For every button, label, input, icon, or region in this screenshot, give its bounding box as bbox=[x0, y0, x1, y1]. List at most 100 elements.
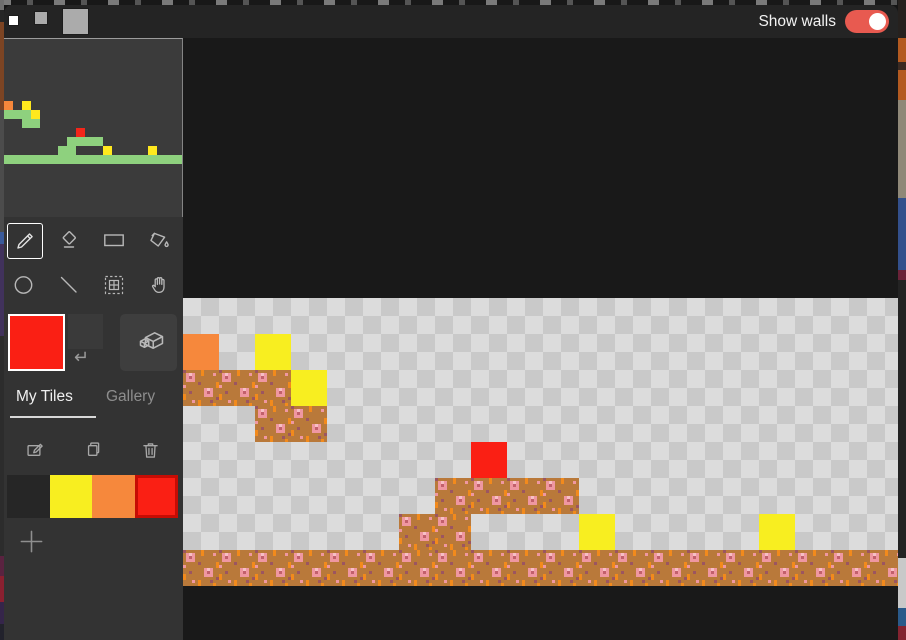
canvas-tile-ground[interactable] bbox=[183, 370, 219, 406]
canvas-tile-ground[interactable] bbox=[399, 550, 435, 586]
palette-tile-orange[interactable] bbox=[92, 475, 135, 518]
canvas-tile-ground[interactable] bbox=[471, 550, 507, 586]
delete-tile-button[interactable] bbox=[139, 439, 161, 461]
canvas-tile-ground[interactable] bbox=[579, 550, 615, 586]
canvas-tile-ground[interactable] bbox=[723, 550, 759, 586]
tool-eraser[interactable] bbox=[52, 223, 86, 257]
minimap-tile-ground bbox=[157, 155, 166, 164]
tool-fill[interactable] bbox=[142, 223, 176, 257]
desktop-edge-segment bbox=[898, 62, 906, 70]
canvas-tile-ground[interactable] bbox=[291, 550, 327, 586]
canvas-tile-ground[interactable] bbox=[183, 550, 219, 586]
canvas-board[interactable] bbox=[183, 298, 898, 586]
rectangle-icon bbox=[102, 228, 126, 252]
minimap-tile-ground bbox=[67, 155, 76, 164]
line-icon bbox=[57, 273, 81, 297]
brush-size-small-button[interactable] bbox=[8, 15, 19, 26]
select-region-icon bbox=[102, 273, 126, 297]
canvas-tile-ground[interactable] bbox=[507, 550, 543, 586]
canvas-tile-ground[interactable] bbox=[831, 550, 867, 586]
minimap-tile-ground bbox=[22, 155, 31, 164]
show-walls-toggle[interactable] bbox=[845, 10, 889, 33]
primary-color-swatch[interactable] bbox=[8, 314, 65, 371]
canvas-tile-ground[interactable] bbox=[327, 550, 363, 586]
minimap-tile-ground bbox=[40, 155, 49, 164]
tab-my-tiles[interactable]: My Tiles bbox=[16, 388, 73, 406]
tool-pencil[interactable] bbox=[7, 223, 43, 259]
palette-tile-yellow[interactable] bbox=[50, 475, 93, 518]
tab-gallery[interactable]: Gallery bbox=[106, 388, 155, 406]
canvas-tile-ground[interactable] bbox=[867, 550, 898, 586]
canvas-tile-ground[interactable] bbox=[687, 550, 723, 586]
minimap-tile-ground bbox=[58, 155, 67, 164]
canvas-tile-ground[interactable] bbox=[255, 406, 291, 442]
canvas-tile-ground[interactable] bbox=[615, 550, 651, 586]
wall-block-button[interactable] bbox=[120, 314, 177, 371]
canvas-tile-ground[interactable] bbox=[219, 370, 255, 406]
brush-size-medium-button[interactable] bbox=[34, 11, 48, 25]
minimap-tile-ground bbox=[139, 155, 148, 164]
minimap-tile-ground bbox=[22, 110, 31, 119]
canvas-tile-orange[interactable] bbox=[183, 334, 219, 370]
canvas-tile-red[interactable] bbox=[471, 442, 507, 478]
tool-pan[interactable] bbox=[142, 268, 176, 302]
canvas-tile-ground[interactable] bbox=[255, 370, 291, 406]
ellipse-icon bbox=[12, 273, 36, 297]
edit-tile-button[interactable] bbox=[24, 439, 46, 461]
desktop-edge-segment bbox=[898, 100, 906, 198]
desktop-edge-segment bbox=[898, 608, 906, 626]
canvas-tile-ground[interactable] bbox=[543, 478, 579, 514]
palette-tile-red[interactable] bbox=[135, 475, 178, 518]
minimap-tile-ground bbox=[121, 155, 130, 164]
minimap-tile-red bbox=[76, 128, 85, 137]
sidebar: ↵ My Tiles Gallery bbox=[4, 38, 183, 640]
canvas-tile-ground[interactable] bbox=[471, 478, 507, 514]
edit-icon bbox=[25, 440, 46, 461]
canvas-tile-ground[interactable] bbox=[795, 550, 831, 586]
add-tile-button[interactable] bbox=[16, 526, 46, 556]
minimap[interactable] bbox=[4, 38, 183, 217]
canvas-area bbox=[183, 38, 898, 640]
canvas-tile-ground[interactable] bbox=[291, 406, 327, 442]
swap-colors-icon[interactable]: ↵ bbox=[74, 348, 89, 366]
canvas-tile-ground[interactable] bbox=[399, 514, 435, 550]
minimap-tile-ground bbox=[112, 155, 121, 164]
canvas-tile-ground[interactable] bbox=[435, 478, 471, 514]
tool-select[interactable] bbox=[97, 268, 131, 302]
minimap-tile-ground bbox=[31, 119, 40, 128]
canvas-tile-ground[interactable] bbox=[543, 550, 579, 586]
minimap-tile-ground bbox=[67, 146, 76, 155]
minimap-tile-ground bbox=[31, 155, 40, 164]
canvas-tile-ground[interactable] bbox=[435, 550, 471, 586]
tool-rectangle[interactable] bbox=[97, 223, 131, 257]
canvas-tile-ground[interactable] bbox=[651, 550, 687, 586]
minimap-tile-ground bbox=[13, 110, 22, 119]
canvas-tile-ground[interactable] bbox=[363, 550, 399, 586]
show-walls-label: Show walls bbox=[758, 13, 836, 31]
canvas-tile-ground[interactable] bbox=[759, 550, 795, 586]
minimap-tile-ground bbox=[49, 155, 58, 164]
tile-palette bbox=[7, 475, 181, 518]
desktop-edge-segment bbox=[898, 38, 906, 62]
palette-tile-black[interactable] bbox=[7, 475, 50, 518]
minimap-tile-ground bbox=[94, 155, 103, 164]
canvas-tile-yellow[interactable] bbox=[255, 334, 291, 370]
canvas-tile-ground[interactable] bbox=[255, 550, 291, 586]
canvas-tile-yellow[interactable] bbox=[291, 370, 327, 406]
secondary-color-swatch[interactable] bbox=[68, 314, 103, 349]
canvas-tile-yellow[interactable] bbox=[579, 514, 615, 550]
brush-size-large-button[interactable] bbox=[62, 8, 89, 35]
tool-line[interactable] bbox=[52, 268, 86, 302]
minimap-tile-yellow bbox=[31, 110, 40, 119]
canvas-tile-ground[interactable] bbox=[435, 514, 471, 550]
canvas-tile-ground[interactable] bbox=[219, 550, 255, 586]
toggle-knob-icon bbox=[869, 13, 886, 30]
canvas-tile-yellow[interactable] bbox=[759, 514, 795, 550]
minimap-tile-ground bbox=[103, 155, 112, 164]
tool-ellipse[interactable] bbox=[7, 268, 41, 302]
copy-tile-button[interactable] bbox=[81, 439, 103, 461]
minimap-tile-ground bbox=[85, 137, 94, 146]
canvas-tile-ground[interactable] bbox=[507, 478, 543, 514]
minimap-tile-ground bbox=[22, 119, 31, 128]
minimap-tile-orange bbox=[4, 101, 13, 110]
